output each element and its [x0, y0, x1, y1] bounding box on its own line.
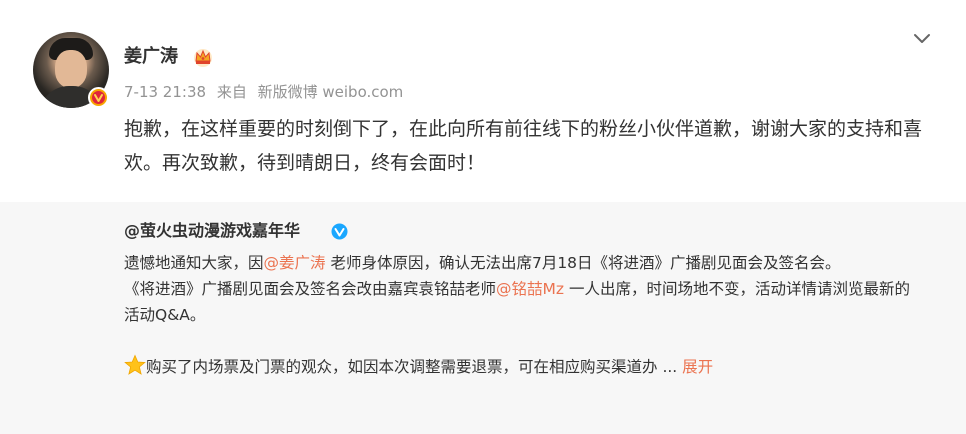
verified-badge-icon — [88, 87, 109, 108]
repost-paragraph-3: 购买了内场票及门票的观众，如因本次调整需要退票，可在相应购买渠道办 ... 展开 — [124, 354, 924, 380]
post-meta: 7-13 21:38 来自 新版微博 weibo.com — [124, 82, 409, 102]
repost-content: 遗憾地通知大家，因@姜广涛 老师身体原因，确认无法出席7月18日《将进酒》广播剧… — [124, 250, 924, 380]
author-name[interactable]: 姜广涛 — [124, 45, 178, 69]
crown-icon — [194, 49, 212, 67]
repost-paragraph-1: 遗憾地通知大家，因@姜广涛 老师身体原因，确认无法出席7月18日《将进酒》广播剧… — [124, 254, 841, 272]
chevron-down-icon[interactable] — [910, 30, 934, 48]
mention-link[interactable]: @铭喆Mz — [496, 280, 564, 298]
ellipsis: ... — [662, 358, 678, 376]
weibo-post-card: 姜广涛 7-13 21:38 来自 新版微博 weibo.com 抱歉，在这样重… — [0, 0, 966, 434]
post-source[interactable]: 新版微博 weibo.com — [258, 83, 404, 101]
source-prefix: 来自 — [216, 83, 247, 101]
post-content: 抱歉，在这样重要的时刻倒下了，在此向所有前往线下的粉丝小伙伴道歉，谢谢大家的支持… — [124, 118, 923, 174]
verified-blue-icon — [331, 223, 348, 240]
expand-link[interactable]: 展开 — [682, 358, 713, 376]
avatar-face — [55, 50, 87, 88]
post-time[interactable]: 7-13 21:38 — [124, 83, 206, 101]
mention-link[interactable]: @姜广涛 — [264, 254, 326, 272]
repost-paragraph-2: 《将进酒》广播剧见面会及签名会改由嘉宾袁铭喆老师@铭喆Mz 一人出席，时间场地不… — [124, 280, 910, 324]
star-icon — [124, 354, 146, 375]
repost-author[interactable]: @萤火虫动漫游戏嘉年华 — [124, 219, 300, 243]
